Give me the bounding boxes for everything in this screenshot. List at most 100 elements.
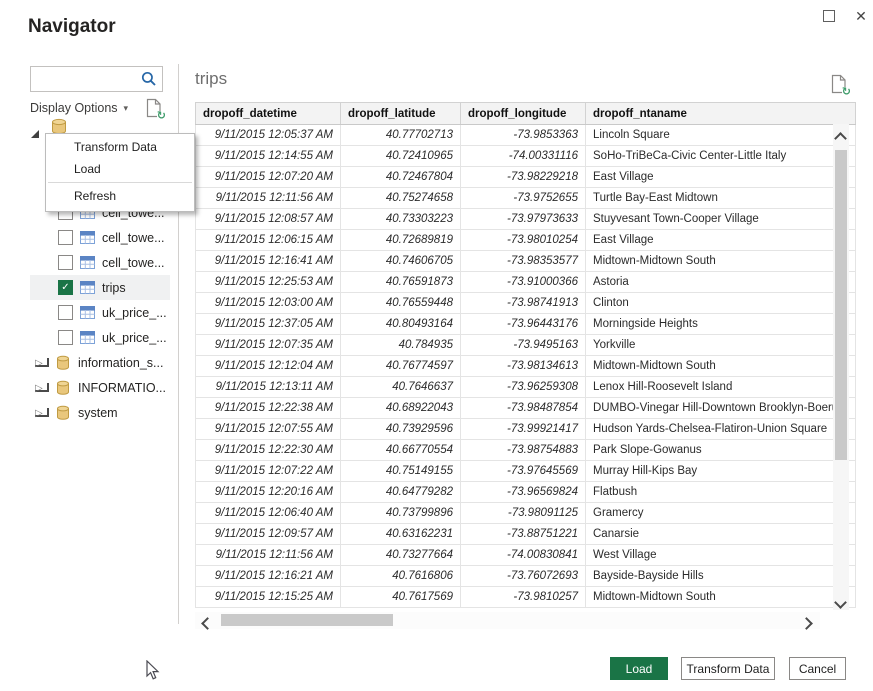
search-icon[interactable]	[140, 70, 158, 88]
cell: 40.76559448	[341, 293, 461, 314]
table-row: 9/11/2015 12:22:38 AM40.68922043-73.9848…	[196, 398, 856, 419]
column-header-dropoff-ntaname[interactable]: dropoff_ntaname	[586, 103, 856, 125]
checkbox[interactable]	[58, 330, 73, 345]
maximize-icon	[823, 10, 835, 22]
cell: 9/11/2015 12:08:57 AM	[196, 209, 341, 230]
cell: -73.98754883	[461, 440, 586, 461]
table-icon	[80, 281, 95, 294]
table-row: 9/11/2015 12:08:57 AM40.73303223-73.9797…	[196, 209, 856, 230]
refresh-arrows-icon: ↻	[842, 87, 851, 97]
maximize-button[interactable]	[816, 4, 842, 28]
checkbox[interactable]	[58, 230, 73, 245]
menu-item-load[interactable]: Load	[46, 158, 194, 180]
column-header-dropoff-datetime[interactable]: dropoff_datetime	[196, 103, 341, 125]
search-input[interactable]	[36, 69, 140, 89]
cell: 40.73799896	[341, 503, 461, 524]
checkbox[interactable]: ✓	[58, 280, 73, 295]
mouse-cursor	[146, 660, 160, 681]
cell: 40.64779282	[341, 482, 461, 503]
transform-data-button[interactable]: Transform Data	[681, 657, 775, 680]
cell: 9/11/2015 12:13:11 AM	[196, 377, 341, 398]
chevron-right-icon[interactable]: ▷	[35, 358, 49, 367]
cell: 40.72689819	[341, 230, 461, 251]
vertical-scrollbar[interactable]	[833, 124, 849, 610]
close-button[interactable]: ✕	[848, 4, 873, 28]
cell: East Village	[586, 230, 856, 251]
horizontal-scrollbar-thumb[interactable]	[221, 614, 393, 626]
checkbox[interactable]	[58, 305, 73, 320]
table-row: 9/11/2015 12:07:55 AM40.73929596-73.9992…	[196, 419, 856, 440]
cell: 40.73277664	[341, 545, 461, 566]
cell: 40.68922043	[341, 398, 461, 419]
tree-item-label: trips	[102, 281, 126, 295]
vertical-scrollbar-thumb[interactable]	[835, 150, 847, 460]
sidebar-item-trips[interactable]: ✓ trips	[30, 275, 170, 300]
menu-item-refresh[interactable]: Refresh	[46, 185, 194, 207]
cell: 9/11/2015 12:06:15 AM	[196, 230, 341, 251]
cell: -73.98134613	[461, 356, 586, 377]
horizontal-scrollbar[interactable]	[195, 612, 820, 629]
scroll-up-icon[interactable]	[836, 130, 846, 142]
cell: 9/11/2015 12:16:41 AM	[196, 251, 341, 272]
cell: 40.7646637	[341, 377, 461, 398]
expanded-triangle-icon[interactable]	[31, 130, 39, 138]
column-header-dropoff-latitude[interactable]: dropoff_latitude	[341, 103, 461, 125]
tree-item-label: information_s...	[78, 356, 163, 370]
table-row: 9/11/2015 12:06:15 AM40.72689819-73.9801…	[196, 230, 856, 251]
tree-list: cell_towe...cell_towe...cell_towe...✓tri…	[30, 200, 170, 425]
cell: 40.80493164	[341, 314, 461, 335]
scroll-right-icon[interactable]	[802, 615, 814, 625]
table-body: 9/11/2015 12:05:37 AM40.77702713-73.9853…	[196, 125, 856, 608]
table-row: 9/11/2015 12:07:35 AM40.784935-73.949516…	[196, 335, 856, 356]
sidebar-item-uk-price[interactable]: uk_price_...	[30, 300, 170, 325]
cell: -73.9752655	[461, 188, 586, 209]
display-options-label: Display Options	[30, 101, 118, 115]
cell: Hudson Yards-Chelsea-Flatiron-Union Squa…	[586, 419, 856, 440]
cell: DUMBO-Vinegar Hill-Downtown Brooklyn-Boe…	[586, 398, 856, 419]
cell: -73.96569824	[461, 482, 586, 503]
scroll-left-icon[interactable]	[203, 615, 215, 625]
cell: 9/11/2015 12:14:55 AM	[196, 146, 341, 167]
cell: 9/11/2015 12:07:20 AM	[196, 167, 341, 188]
cell: -73.98091125	[461, 503, 586, 524]
refresh-preview-icon[interactable]: ↻	[146, 98, 164, 120]
column-header-dropoff-longitude[interactable]: dropoff_longitude	[461, 103, 586, 125]
cell: 9/11/2015 12:05:37 AM	[196, 125, 341, 146]
cell: Lenox Hill-Roosevelt Island	[586, 377, 856, 398]
cell: -73.98741913	[461, 293, 586, 314]
cell: 40.72467804	[341, 167, 461, 188]
database-icon	[55, 405, 71, 421]
cell: 40.7617569	[341, 587, 461, 608]
load-button[interactable]: Load	[610, 657, 668, 680]
table-row: 9/11/2015 12:13:11 AM40.7646637-73.96259…	[196, 377, 856, 398]
chevron-right-icon[interactable]: ▷	[35, 383, 49, 392]
checkbox[interactable]	[58, 255, 73, 270]
cell: 9/11/2015 12:07:22 AM	[196, 461, 341, 482]
cell: 9/11/2015 12:25:53 AM	[196, 272, 341, 293]
sidebar-item-system[interactable]: ▷system	[30, 400, 170, 425]
scroll-down-icon[interactable]	[836, 594, 846, 606]
sidebar-item-information-s[interactable]: ▷ information_s...	[30, 350, 170, 375]
refresh-preview-icon-right[interactable]: ↻	[831, 74, 849, 96]
cell: -73.97645569	[461, 461, 586, 482]
sidebar-item-uk-price[interactable]: uk_price_...	[30, 325, 170, 350]
cell: Flatbush	[586, 482, 856, 503]
cell: -73.9810257	[461, 587, 586, 608]
cell: Stuyvesant Town-Cooper Village	[586, 209, 856, 230]
sidebar-item-cell-towe[interactable]: cell_towe...	[30, 250, 170, 275]
cell: -73.98010254	[461, 230, 586, 251]
cell: Midtown-Midtown South	[586, 251, 856, 272]
table-row: 9/11/2015 12:11:56 AM40.75274658-73.9752…	[196, 188, 856, 209]
cell: East Village	[586, 167, 856, 188]
cell: 40.76774597	[341, 356, 461, 377]
cancel-button[interactable]: Cancel	[789, 657, 846, 680]
preview-title: trips	[195, 69, 227, 89]
cell: Bayside-Bayside Hills	[586, 566, 856, 587]
chevron-right-icon[interactable]: ▷	[35, 408, 49, 417]
tree-item-label: uk_price_...	[102, 306, 167, 320]
cell: 9/11/2015 12:11:56 AM	[196, 188, 341, 209]
menu-item-transform-data[interactable]: Transform Data	[46, 136, 194, 158]
sidebar-item-informatio[interactable]: ▷INFORMATIO...	[30, 375, 170, 400]
cell: -73.96259308	[461, 377, 586, 398]
sidebar-item-cell-towe[interactable]: cell_towe...	[30, 225, 170, 250]
